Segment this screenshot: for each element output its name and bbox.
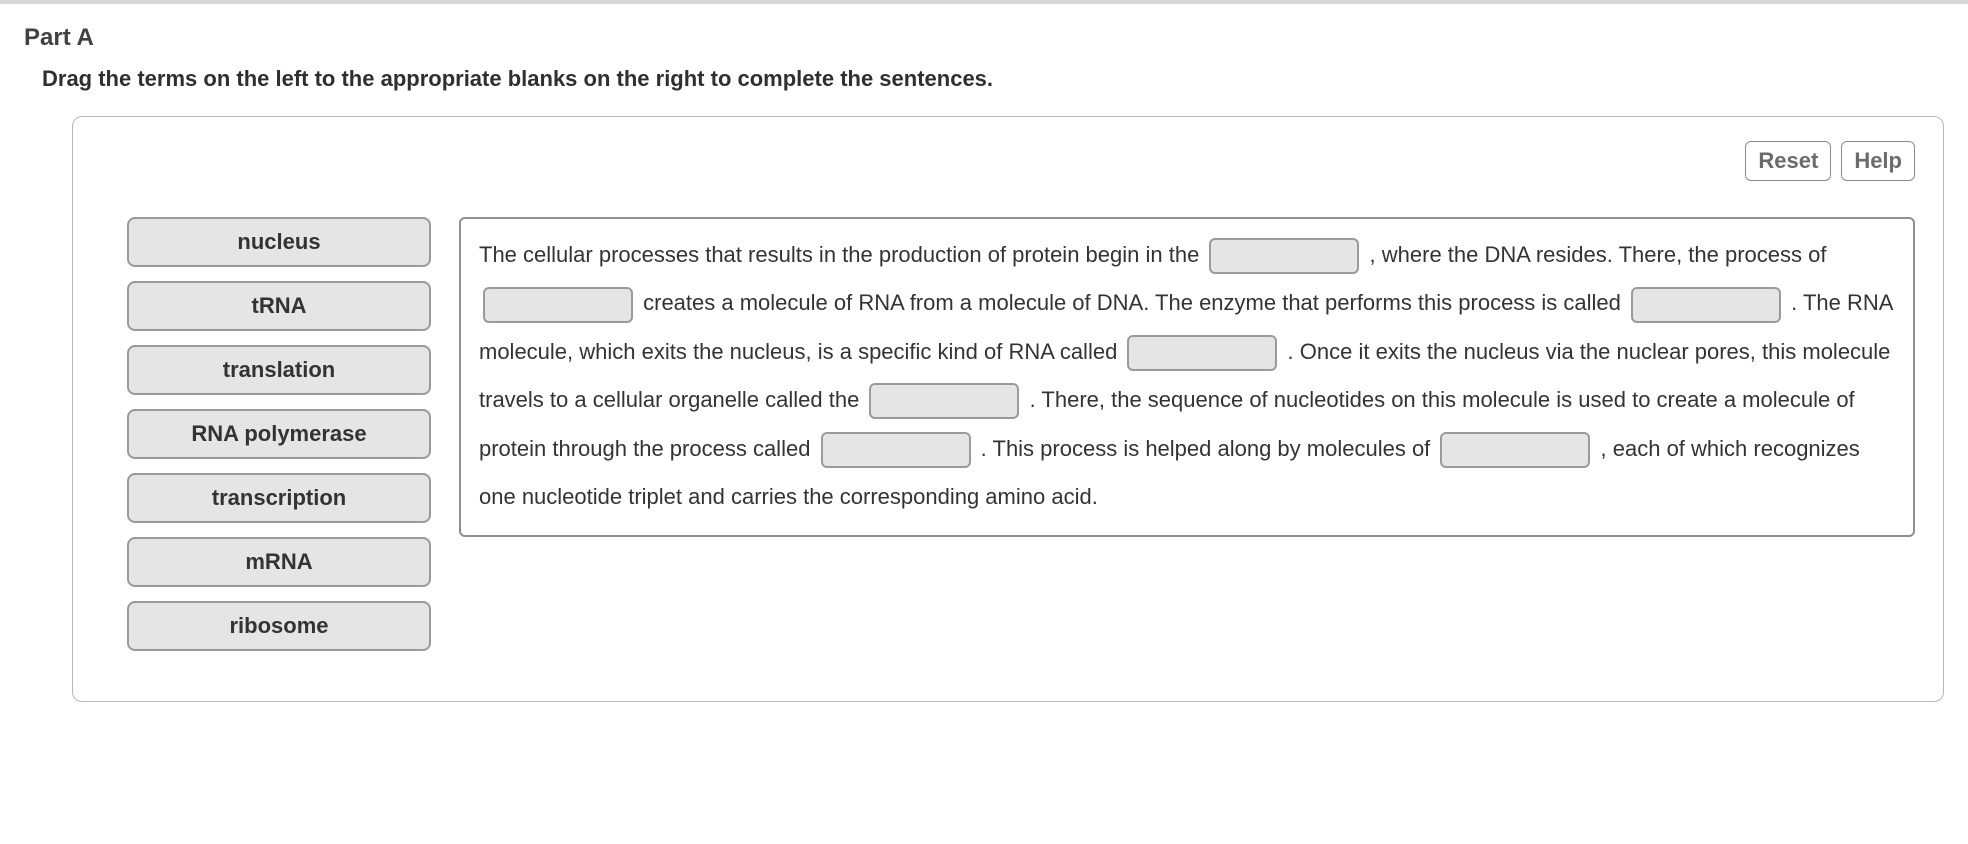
instructions-text: Drag the terms on the left to the approp…	[42, 66, 1944, 92]
drop-blank-4[interactable]	[1127, 335, 1277, 371]
term-item[interactable]: mRNA	[127, 537, 431, 587]
help-button[interactable]: Help	[1841, 141, 1915, 181]
sentence-text: The cellular processes that results in t…	[479, 242, 1205, 267]
drop-blank-3[interactable]	[1631, 287, 1781, 323]
term-item[interactable]: RNA polymerase	[127, 409, 431, 459]
sentence-text: . This process is helped along by molecu…	[981, 436, 1437, 461]
sentence-box: The cellular processes that results in t…	[459, 217, 1915, 537]
term-item[interactable]: translation	[127, 345, 431, 395]
sentence-text: , where the DNA resides. There, the proc…	[1370, 242, 1827, 267]
term-item[interactable]: nucleus	[127, 217, 431, 267]
drop-blank-5[interactable]	[869, 383, 1019, 419]
terms-column: nucleus tRNA translation RNA polymerase …	[101, 217, 431, 651]
term-item[interactable]: ribosome	[127, 601, 431, 651]
drop-blank-7[interactable]	[1440, 432, 1590, 468]
toolbar: Reset Help	[101, 141, 1915, 181]
drop-blank-1[interactable]	[1209, 238, 1359, 274]
drop-blank-2[interactable]	[483, 287, 633, 323]
drop-blank-6[interactable]	[821, 432, 971, 468]
reset-button[interactable]: Reset	[1745, 141, 1831, 181]
term-item[interactable]: tRNA	[127, 281, 431, 331]
term-item[interactable]: transcription	[127, 473, 431, 523]
part-title: Part A	[24, 24, 1944, 52]
page-container: Part A Drag the terms on the left to the…	[0, 4, 1968, 702]
workspace-panel: Reset Help nucleus tRNA translation RNA …	[72, 116, 1944, 702]
main-row: nucleus tRNA translation RNA polymerase …	[101, 217, 1915, 651]
sentence-text: creates a molecule of RNA from a molecul…	[643, 290, 1627, 315]
